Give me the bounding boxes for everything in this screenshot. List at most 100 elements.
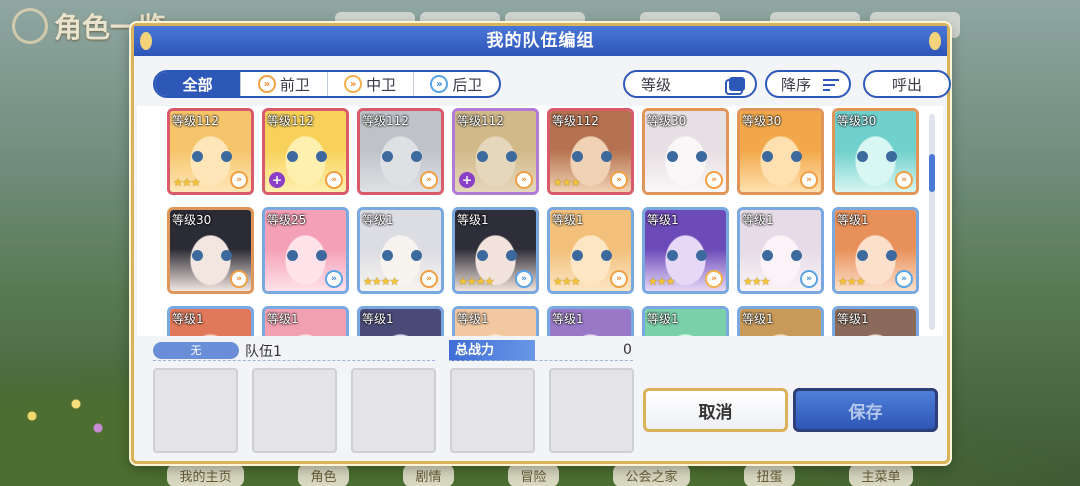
team-slot[interactable] (351, 368, 436, 453)
team-slot[interactable] (153, 368, 238, 453)
portrait-eyes (762, 250, 802, 261)
star-rating: ★★★★ (363, 275, 399, 288)
back-position-icon: » (895, 270, 913, 288)
team-name: 队伍1 (245, 344, 282, 360)
save-button-label: 保存 (848, 402, 883, 423)
plus-icon: + (459, 172, 475, 188)
character-level: 等级1 (362, 213, 394, 227)
team-info-bar: 无 队伍1 总战力 0 (153, 340, 933, 362)
star-rating: ★★★ (173, 176, 201, 189)
character-level: 等级112 (457, 114, 504, 128)
character-card[interactable]: 等级1 ★★★ » (547, 207, 634, 294)
character-card[interactable]: 等级1 (167, 306, 254, 336)
sort-order-button[interactable]: 降序 (765, 70, 851, 98)
team-slot[interactable] (450, 368, 535, 453)
tab-middle[interactable]: » 中卫 (326, 72, 413, 96)
character-card[interactable]: 等级1 (452, 306, 539, 336)
front-position-icon: » (610, 270, 628, 288)
windows-icon (729, 77, 745, 91)
character-card[interactable]: 等级112 » (357, 108, 444, 195)
character-card[interactable]: 等级1 ★★★ » (642, 207, 729, 294)
character-level: 等级1 (362, 312, 394, 326)
middle-position-icon: » (344, 75, 363, 93)
tab-label: 中卫 (366, 75, 397, 94)
character-level: 等级1 (267, 312, 299, 326)
star-rating: ★★★ (743, 275, 771, 288)
background-bottom-nav: 我的主页 角色 剧情 冒险 公会之家 扭蛋 主菜单 (140, 463, 940, 486)
save-button[interactable]: 保存 (793, 388, 938, 432)
position-filter-tabs: 全部 » 前卫 » 中卫 » 后卫 (153, 70, 501, 98)
front-position-icon: » (895, 171, 913, 189)
character-card[interactable]: 等级112 + » (452, 108, 539, 195)
team-tag: 无 (153, 342, 239, 359)
team-slot[interactable] (549, 368, 634, 453)
character-card[interactable]: 等级1 (547, 306, 634, 336)
character-level: 等级1 (837, 213, 869, 227)
sort-order-label: 降序 (781, 75, 812, 94)
front-position-icon: » (257, 75, 276, 93)
tab-front[interactable]: » 前卫 (240, 72, 326, 96)
character-card[interactable]: 等级1 ★★★★ » (357, 207, 444, 294)
call-button[interactable]: 呼出 (863, 70, 951, 98)
character-level: 等级112 (362, 114, 409, 128)
front-position-icon: » (230, 171, 248, 189)
grid-scrollbar[interactable] (929, 114, 935, 330)
background-flowers (10, 386, 120, 446)
character-card[interactable]: 等级112 ★★★ » (547, 108, 634, 195)
portrait-eyes (192, 151, 232, 162)
character-card[interactable]: 等级1 (832, 306, 919, 336)
cancel-button[interactable]: 取消 (643, 388, 788, 432)
character-level: 等级1 (647, 312, 679, 326)
character-card[interactable]: 等级30 » (832, 108, 919, 195)
character-level: 等级30 (172, 213, 212, 227)
character-card[interactable]: 等级30 » (737, 108, 824, 195)
bottom-nav-item: 剧情 (403, 463, 454, 486)
character-card[interactable]: 等级1 ★★★ » (737, 207, 824, 294)
tab-back[interactable]: » 后卫 (412, 72, 499, 96)
character-card[interactable]: 等级1 (737, 306, 824, 336)
tab-all[interactable]: 全部 (155, 72, 241, 96)
character-level: 等级1 (647, 213, 679, 227)
character-card[interactable]: 等级1 (262, 306, 349, 336)
character-level: 等级1 (457, 312, 489, 326)
front-position-icon: » (230, 270, 248, 288)
character-card[interactable]: 等级30 » (167, 207, 254, 294)
star-rating: ★★★ (553, 176, 581, 189)
sort-lines-icon (823, 79, 839, 91)
character-card[interactable]: 等级112 + » (262, 108, 349, 195)
character-card[interactable]: 等级1 (357, 306, 444, 336)
bottom-nav-item: 角色 (298, 463, 349, 486)
portrait-eyes (857, 250, 897, 261)
total-power-value: 0 (623, 342, 632, 358)
star-rating: ★★★ (648, 275, 676, 288)
character-card[interactable]: 等级30 » (642, 108, 729, 195)
back-position-icon: » (800, 270, 818, 288)
sort-field-button[interactable]: 等级 (623, 70, 757, 98)
plus-icon: + (269, 172, 285, 188)
back-position-icon: » (515, 270, 533, 288)
team-edit-dialog: 我的队伍编组 全部 » 前卫 » 中卫 » 后卫 等级 降序 呼出 等级112 ★★★»… (131, 23, 951, 464)
portrait-eyes (287, 250, 327, 261)
cancel-button-label: 取消 (698, 402, 733, 423)
scrollbar-thumb[interactable] (929, 154, 935, 192)
character-card[interactable]: 等级112 ★★★ » (167, 108, 254, 195)
character-level: 等级1 (742, 312, 774, 326)
tab-label: 全部 (182, 75, 213, 94)
back-position-icon: » (430, 75, 449, 93)
star-rating: ★★★ (838, 275, 866, 288)
character-card[interactable]: 等级1 ★★★★ » (452, 207, 539, 294)
star-rating: ★★★★ (458, 275, 494, 288)
back-position-icon: » (325, 270, 343, 288)
front-position-icon: » (420, 171, 438, 189)
front-position-icon: » (800, 171, 818, 189)
character-level: 等级1 (742, 213, 774, 227)
team-slot[interactable] (252, 368, 337, 453)
character-level: 等级1 (552, 213, 584, 227)
front-position-icon: » (515, 171, 533, 189)
divider (153, 360, 435, 361)
bottom-nav-item: 我的主页 (167, 463, 244, 486)
character-card[interactable]: 等级25 » (262, 207, 349, 294)
portrait-eyes (667, 151, 707, 162)
character-card[interactable]: 等级1 (642, 306, 729, 336)
character-card[interactable]: 等级1 ★★★ » (832, 207, 919, 294)
